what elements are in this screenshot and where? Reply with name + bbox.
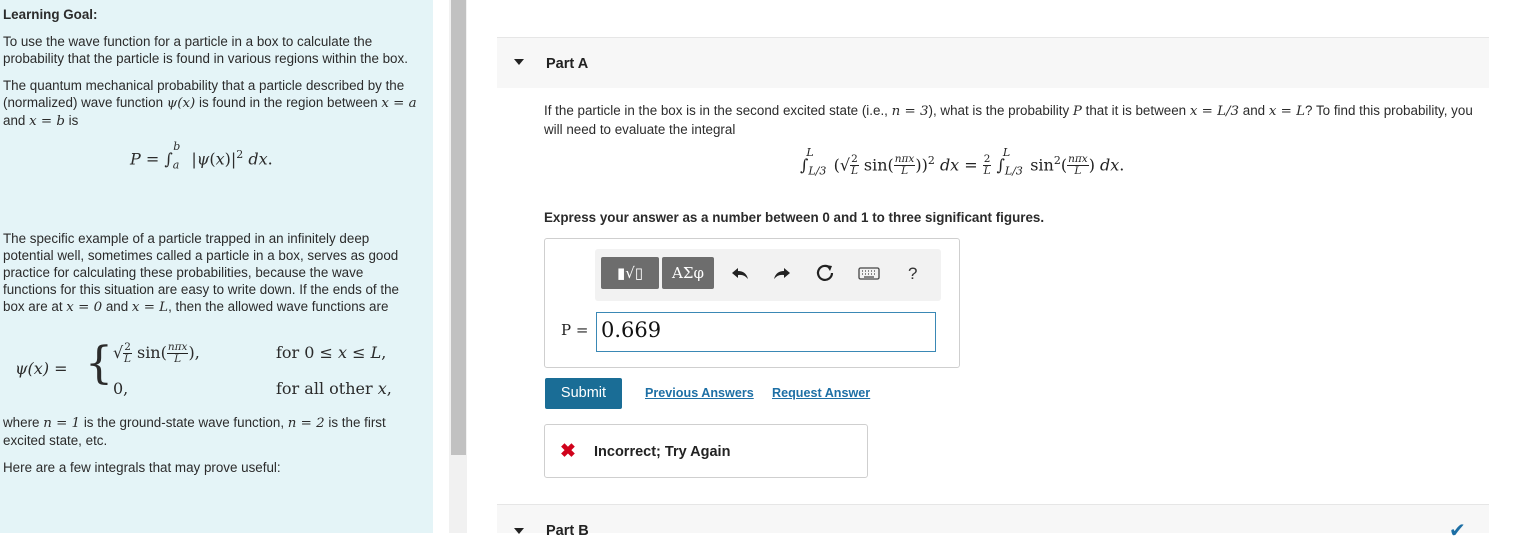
- greek-symbols-button[interactable]: ΑΣφ: [662, 257, 714, 289]
- ground-state-paragraph: where n = 1 is the ground-state wave fun…: [3, 414, 386, 448]
- main-content: Part A If the particle in the box is in …: [497, 0, 1489, 542]
- learning-goal-panel: Learning Goal: To use the wave function …: [0, 0, 433, 533]
- redo-icon[interactable]: [770, 261, 794, 285]
- integrals-intro: Here are a few integrals that may prove …: [3, 459, 281, 475]
- answer-box: ▮√▯ ΑΣφ ? P = 0.669: [544, 238, 960, 368]
- part-a-header[interactable]: [497, 38, 1489, 88]
- wave-function-equation: ψ(x) = { √ 2 L sin(nπx L), for 0 ≤ x ≤ L, 0…: [15, 337, 392, 398]
- particle-in-box-paragraph: The specific example of a particle trapp…: [3, 230, 399, 315]
- part-b-header[interactable]: [497, 505, 1489, 533]
- integral-equation: ∫L/3L(√ 2 L sin(nπx L))2 dx = 2L ∫L/3Lsin2(…: [800, 146, 1125, 178]
- probability-equation: P = ∫ab |ψ(x)|2 dx.: [130, 140, 273, 172]
- goal-title: Learning Goal:: [3, 7, 98, 22]
- part-b-title[interactable]: Part B: [546, 523, 589, 539]
- probability-paragraph: The quantum mechanical probability that …: [3, 78, 417, 129]
- keyboard-icon[interactable]: [857, 261, 881, 285]
- help-button[interactable]: ?: [908, 265, 917, 282]
- feedback-box: ✖ Incorrect; Try Again: [544, 424, 868, 478]
- feedback-text: Incorrect; Try Again: [594, 444, 731, 460]
- previous-answers-link[interactable]: Previous Answers: [645, 386, 754, 400]
- panel-gap: [433, 0, 449, 533]
- chevron-down-icon[interactable]: [514, 59, 524, 65]
- reset-icon[interactable]: [813, 261, 837, 285]
- math-toolbar: ▮√▯ ΑΣφ ?: [595, 249, 941, 301]
- submit-button[interactable]: Submit: [545, 378, 622, 409]
- part-a-question: If the particle in the box is in the sec…: [544, 103, 1473, 137]
- answer-label: P =: [561, 321, 589, 339]
- error-x-icon: ✖: [560, 441, 576, 462]
- chevron-down-icon[interactable]: [514, 528, 524, 534]
- checkmark-icon: ✔: [1449, 520, 1466, 542]
- templates-button[interactable]: ▮√▯: [601, 257, 659, 289]
- request-answer-link[interactable]: Request Answer: [772, 386, 870, 400]
- part-a-title[interactable]: Part A: [546, 56, 588, 72]
- goal-text: To use the wave function for a particle …: [3, 34, 408, 66]
- answer-instruction: Express your answer as a number between …: [544, 210, 1045, 225]
- undo-icon[interactable]: [728, 261, 752, 285]
- answer-input[interactable]: 0.669: [596, 312, 936, 352]
- scrollbar-thumb[interactable]: [451, 0, 466, 455]
